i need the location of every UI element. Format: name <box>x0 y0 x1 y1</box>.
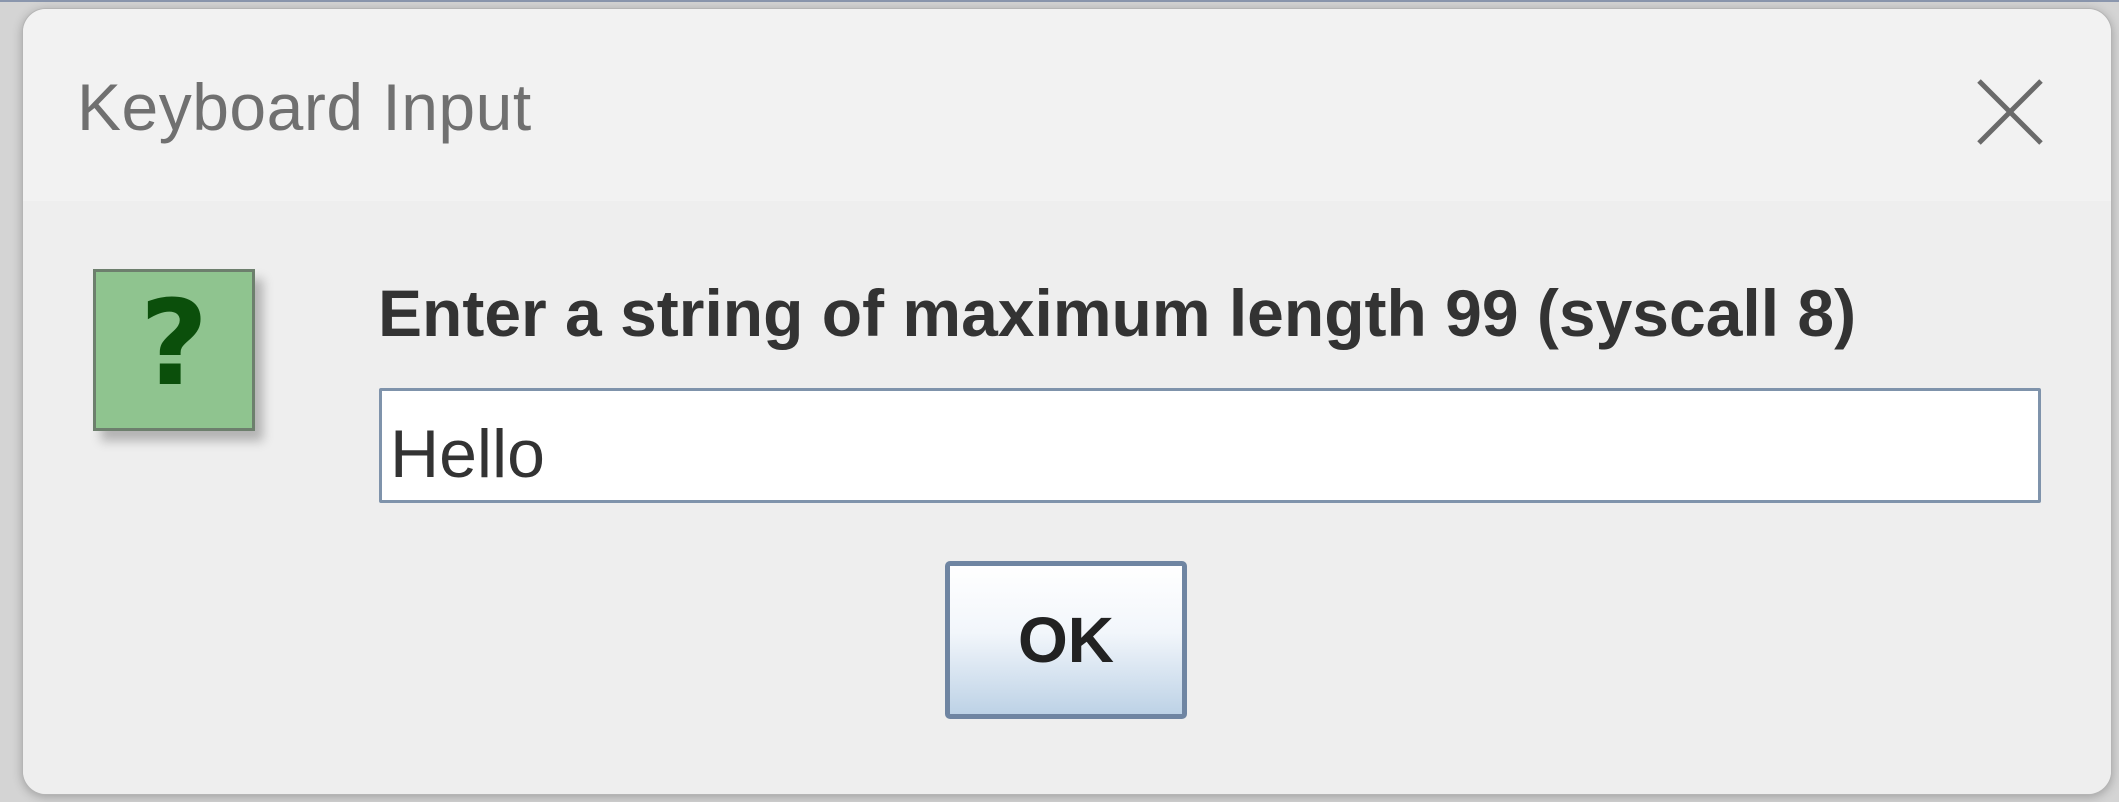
ok-button[interactable]: OK <box>945 561 1187 719</box>
question-mark-glyph: ? <box>139 274 209 412</box>
string-input-field[interactable] <box>379 388 2041 503</box>
close-icon <box>1977 79 2043 145</box>
keyboard-input-dialog: Keyboard Input ? Enter a string of maxim… <box>22 8 2112 795</box>
prompt-label: Enter a string of maximum length 99 (sys… <box>378 276 1857 350</box>
background-border <box>0 0 2119 2</box>
dialog-title: Keyboard Input <box>77 70 532 144</box>
dialog-title-bar[interactable]: Keyboard Input <box>23 9 2111 201</box>
close-button[interactable] <box>1965 67 2055 157</box>
dialog-content: ? Enter a string of maximum length 99 (s… <box>23 201 2111 794</box>
question-icon: ? <box>93 269 255 431</box>
